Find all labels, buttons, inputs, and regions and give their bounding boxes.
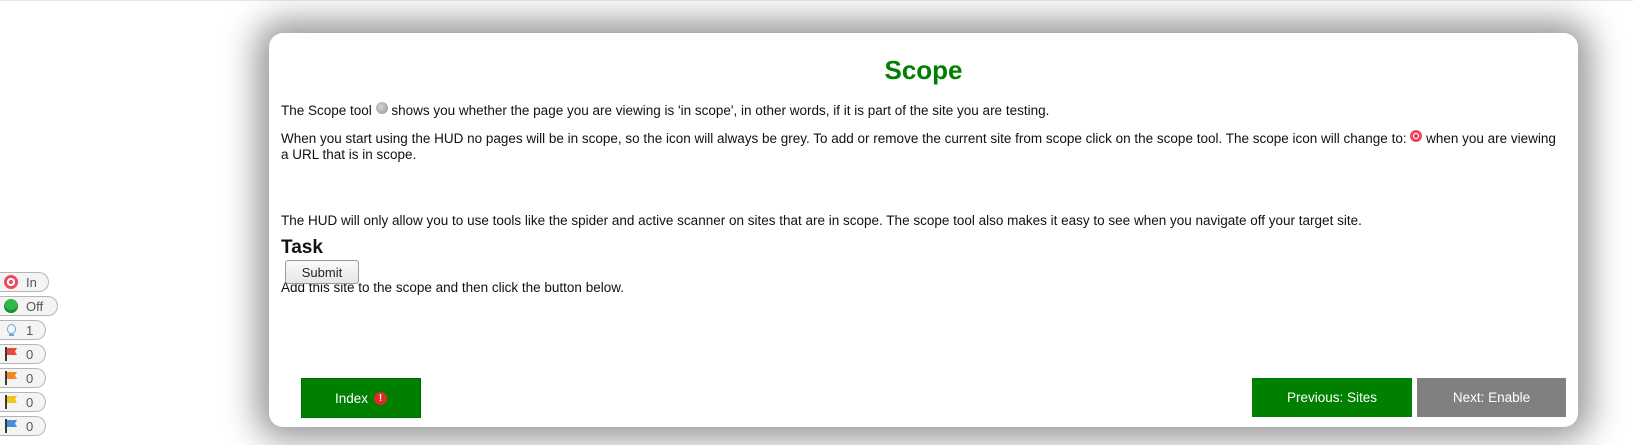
red-flag-icon — [4, 347, 18, 361]
task-heading: Task — [281, 237, 323, 258]
scope-tool-label: In — [26, 274, 37, 290]
info-alerts-count: 0 — [26, 418, 34, 434]
index-button[interactable]: Index ! — [301, 378, 421, 418]
scope-instructions-paragraph: When you start using the HUD no pages wi… — [281, 130, 1566, 163]
instructions-text-start: When you start using the HUD no pages wi… — [281, 131, 1407, 146]
break-tool-button[interactable]: Off — [0, 296, 58, 316]
scope-tool-button[interactable]: In — [0, 272, 49, 292]
scope-red-icon — [1410, 130, 1423, 142]
intro-text-start: The Scope tool — [281, 103, 372, 118]
intro-text-end: shows you whether the page you are viewi… — [391, 103, 1050, 118]
low-alerts-button[interactable]: 0 — [0, 392, 46, 412]
next-enable-button[interactable]: Next: Enable — [1417, 378, 1566, 417]
previous-sites-button[interactable]: Previous: Sites — [1252, 378, 1412, 417]
index-label: Index — [334, 390, 369, 406]
low-alerts-count: 0 — [26, 394, 34, 410]
high-alerts-count: 0 — [26, 346, 34, 362]
top-border — [0, 0, 1633, 1]
tutorial-modal: Scope The Scope tool shows you whether t… — [269, 33, 1578, 427]
scope-grey-icon — [375, 102, 388, 114]
globe-icon — [4, 299, 18, 313]
orange-flag-icon — [4, 371, 18, 385]
info-alerts-button[interactable]: 0 — [0, 416, 46, 436]
alert-icon: ! — [374, 391, 388, 405]
medium-alerts-button[interactable]: 0 — [0, 368, 46, 388]
lightbulb-icon — [4, 323, 18, 337]
hud-tools-paragraph: The HUD will only allow you to use tools… — [281, 213, 1362, 228]
target-icon — [4, 275, 18, 289]
intro-paragraph: The Scope tool shows you whether the pag… — [281, 102, 1049, 119]
break-tool-label: Off — [26, 298, 44, 314]
blue-flag-icon — [4, 419, 18, 433]
info-count: 1 — [26, 322, 34, 338]
info-tool-button[interactable]: 1 — [0, 320, 46, 340]
high-alerts-button[interactable]: 0 — [0, 344, 46, 364]
medium-alerts-count: 0 — [26, 370, 34, 386]
yellow-flag-icon — [4, 395, 18, 409]
submit-button[interactable]: Submit — [285, 260, 359, 284]
page-title: Scope — [884, 55, 963, 85]
